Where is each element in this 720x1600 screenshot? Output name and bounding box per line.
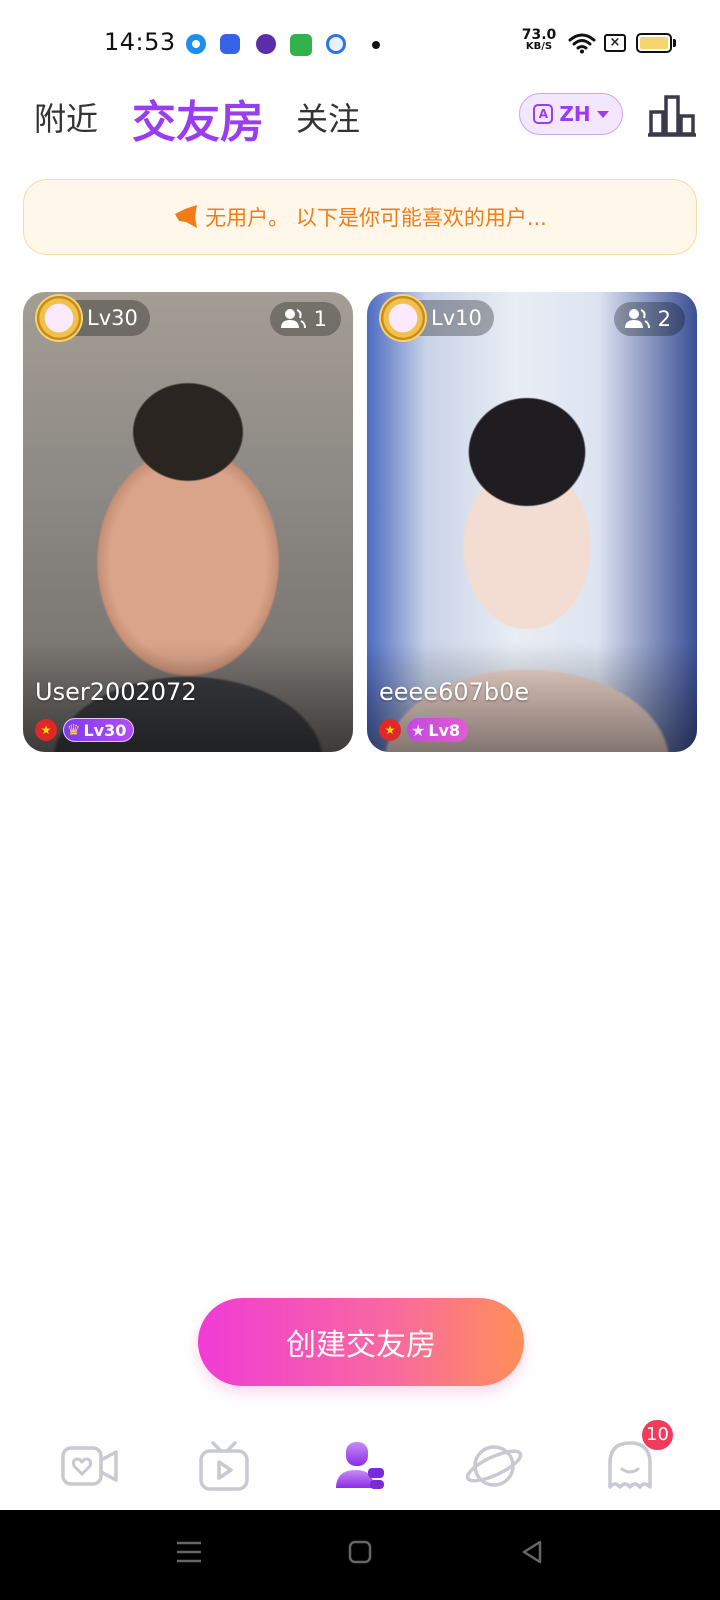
host-badges: ★ ♛ Lv30 (35, 718, 135, 742)
host-name: eeee607b0e (379, 678, 530, 706)
language-switch-button[interactable]: A ZH (519, 93, 623, 135)
create-room-label: 创建交友房 (286, 1328, 436, 1363)
home-icon[interactable] (348, 1540, 372, 1564)
room-card[interactable]: Lv10 2 eeee607b0e ★ ★ Lv8 (367, 292, 697, 752)
message-count-badge: 10 (642, 1420, 673, 1450)
crown-icon: ♛ (67, 721, 81, 739)
host-avatar (381, 296, 425, 340)
network-speed: 73.0 KB/S (520, 27, 558, 52)
room-card[interactable]: Lv30 1 User2002072 ★ ♛ Lv30 (23, 292, 353, 752)
viewer-count: 1 (313, 307, 327, 331)
viewer-count: 2 (657, 307, 671, 331)
user-level: Lv30 (83, 720, 127, 740)
user-level: Lv8 (428, 720, 461, 740)
host-level: Lv10 (431, 306, 482, 330)
create-room-button[interactable]: 创建交友房 (198, 1298, 524, 1386)
nav-live-tv[interactable] (192, 1434, 256, 1498)
tab-nearby[interactable]: 附近 (34, 94, 98, 140)
bottom-nav (0, 1414, 720, 1510)
network-speed-value: 73.0 (521, 27, 557, 43)
app-notification-icon (186, 34, 206, 54)
wifi-icon (568, 33, 596, 54)
status-bar: 14:53 73.0 KB/S × (0, 0, 720, 86)
battery-icon (636, 33, 672, 53)
status-time: 14:53 (104, 28, 176, 56)
users-icon (624, 309, 650, 329)
video-call-icon (61, 1446, 118, 1486)
nav-video-call[interactable] (58, 1434, 122, 1498)
browser-notification-icon (326, 34, 346, 54)
viewer-count-chip: 1 (269, 302, 341, 336)
shopping-notification-icon (290, 34, 312, 56)
user-level-badge: ★ Lv8 (407, 718, 469, 742)
star-icon: ★ (411, 720, 426, 740)
tab-following[interactable]: 关注 (296, 94, 360, 140)
host-avatar (37, 296, 81, 340)
china-flag-icon: ★ (35, 719, 57, 741)
host-level-chip: Lv30 (35, 296, 150, 340)
host-level: Lv30 (87, 306, 138, 330)
ranking-icon[interactable] (648, 94, 696, 138)
nav-friend-rooms[interactable] (328, 1434, 392, 1498)
more-notifications-icon (372, 41, 380, 49)
host-badges: ★ ★ Lv8 (379, 718, 469, 742)
battery-tip (673, 39, 676, 47)
no-sim-icon: × (604, 34, 626, 52)
user-level-badge: ♛ Lv30 (63, 718, 135, 742)
nav-explore[interactable] (462, 1434, 526, 1498)
caret-down-icon (596, 110, 609, 118)
tv-icon (199, 1441, 249, 1491)
baidu-notification-icon (220, 34, 240, 54)
no-users-notice: 无用户。 以下是你可能喜欢的用户... (23, 179, 697, 255)
language-label: ZH (559, 102, 591, 126)
china-flag-icon: ★ (379, 719, 401, 741)
back-icon[interactable] (520, 1540, 544, 1564)
system-nav-bar (0, 1510, 720, 1600)
rooms-icon (336, 1442, 384, 1489)
tab-friend-rooms[interactable]: 交友房 (132, 86, 264, 150)
app-notification-icon (256, 34, 276, 54)
menu-icon[interactable] (176, 1540, 202, 1564)
planet-icon (465, 1445, 523, 1487)
megaphone-icon (175, 205, 198, 228)
translate-icon: A (533, 104, 554, 124)
users-icon (280, 309, 306, 329)
notice-text: 无用户。 以下是你可能喜欢的用户... (205, 206, 547, 230)
host-name: User2002072 (35, 678, 197, 706)
viewer-count-chip: 2 (613, 302, 685, 336)
host-level-chip: Lv10 (379, 296, 494, 340)
